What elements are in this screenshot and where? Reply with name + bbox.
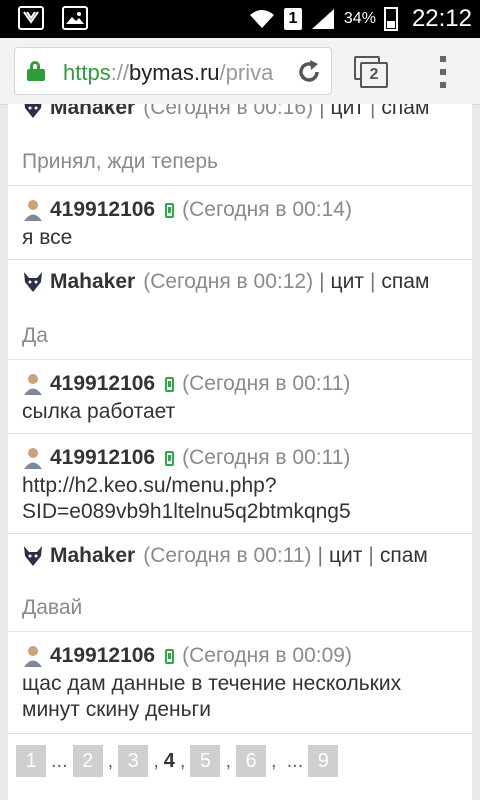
author-name[interactable]: Mahaker xyxy=(50,270,135,294)
message-date: (Сегодня в 00:11) xyxy=(182,446,351,469)
author-name[interactable]: Mahaker xyxy=(50,544,135,568)
message-date: (Сегодня в 00:11) xyxy=(182,372,351,395)
tab-switcher-button[interactable]: 2 xyxy=(354,56,388,88)
message-item: 419912106 (Сегодня в 00:09) щас дам данн… xyxy=(8,632,472,734)
spam-link[interactable]: спам xyxy=(381,104,429,120)
url-text[interactable]: https://bymas.ru/priva xyxy=(63,60,273,86)
browser-toolbar: https://bymas.ru/priva 2 xyxy=(0,38,480,105)
quote-link[interactable]: цит xyxy=(331,270,364,294)
message-header: Mahaker (Сегодня в 00:11) | цит | спам xyxy=(22,544,428,568)
page-link-3[interactable]: 3 xyxy=(118,745,149,777)
wolf-avatar-icon xyxy=(24,104,42,118)
pagination: 1 ... 2 , 3 , 4 , 5 , 6 , ... 9 xyxy=(8,736,472,786)
quote-link[interactable]: цит xyxy=(329,544,362,568)
current-page: 4 xyxy=(163,749,175,772)
wolf-avatar-icon xyxy=(24,272,42,292)
message-header: 419912106 (Сегодня в 00:09) xyxy=(22,644,352,668)
page-link-1[interactable]: 1 xyxy=(16,745,46,777)
page-link-6[interactable]: 6 xyxy=(236,745,267,777)
author-name[interactable]: 419912106 xyxy=(50,644,155,668)
user-avatar-icon xyxy=(24,374,42,395)
message-date: (Сегодня в 00:12) xyxy=(143,270,314,293)
message-item: 419912106 (Сегодня в 00:14) я все xyxy=(8,186,472,260)
message-header: Mahaker (Сегодня в 00:12) | цит | спам xyxy=(22,270,429,294)
mobile-phone-icon xyxy=(165,202,175,218)
page-link-5[interactable]: 5 xyxy=(190,745,221,777)
message-date: (Сегодня в 00:16) xyxy=(143,104,314,119)
pagination-ellipsis: ... xyxy=(286,749,304,772)
spam-link[interactable]: спам xyxy=(380,544,428,568)
image-notification-icon xyxy=(62,6,88,30)
user-avatar-icon xyxy=(24,448,42,469)
message-item: 419912106 (Сегодня в 00:11) сылка работа… xyxy=(8,360,472,434)
shield-notification-icon xyxy=(18,6,44,30)
message-header: 419912106 (Сегодня в 00:11) xyxy=(22,446,350,470)
battery-percent: 34% xyxy=(343,10,376,27)
message-item: Mahaker (Сегодня в 00:16) | цит | спам П… xyxy=(8,104,472,186)
wifi-icon xyxy=(249,10,274,28)
status-bar: 1 34% 22:12 xyxy=(0,0,480,38)
address-bar[interactable]: https://bymas.ru/priva xyxy=(14,47,332,95)
message-text-line2: минут скину деньги xyxy=(22,698,211,721)
author-name[interactable]: Mahaker xyxy=(50,104,135,120)
quote-link[interactable]: цит xyxy=(331,104,364,120)
message-item: Mahaker (Сегодня в 00:12) | цит | спам Д… xyxy=(8,260,472,360)
mobile-phone-icon xyxy=(165,376,175,392)
overflow-menu-button[interactable] xyxy=(438,56,448,88)
page-link-9[interactable]: 9 xyxy=(308,745,339,777)
message-header: 419912106 (Сегодня в 00:11) xyxy=(22,372,350,396)
author-name[interactable]: 419912106 xyxy=(50,372,155,396)
message-text-line1: щас дам данные в течение нескольких xyxy=(22,672,402,695)
author-name[interactable]: 419912106 xyxy=(50,446,155,470)
message-text: сылка работает xyxy=(22,400,176,423)
signal-icon xyxy=(311,9,334,29)
message-link-line2[interactable]: SID=e089vb9h1ltelnu5q2btmkqng5 xyxy=(22,500,351,524)
message-list: Mahaker (Сегодня в 00:16) | цит | спам П… xyxy=(8,104,472,800)
message-link-line1[interactable]: http://h2.keo.su/menu.php? xyxy=(22,474,277,498)
message-text: Да xyxy=(22,324,48,347)
message-date: (Сегодня в 00:09) xyxy=(182,644,352,667)
page-link-2[interactable]: 2 xyxy=(72,745,103,777)
message-item: Mahaker (Сегодня в 00:11) | цит | спам Д… xyxy=(8,534,472,632)
tab-count: 2 xyxy=(360,62,388,88)
message-header: Mahaker (Сегодня в 00:16) | цит | спам xyxy=(22,104,429,120)
author-name[interactable]: 419912106 xyxy=(50,198,155,222)
sim-slot-icon: 1 xyxy=(283,8,302,30)
message-item: 419912106 (Сегодня в 00:11) http://h2.ke… xyxy=(8,434,472,534)
pagination-ellipsis: ... xyxy=(51,749,68,772)
reload-icon[interactable] xyxy=(295,58,323,86)
message-header: 419912106 (Сегодня в 00:14) xyxy=(22,198,352,222)
message-text: Принял, жди теперь xyxy=(22,150,218,173)
mobile-phone-icon xyxy=(165,648,175,664)
mobile-phone-icon xyxy=(165,450,175,466)
user-avatar-icon xyxy=(24,200,42,221)
message-date: (Сегодня в 00:11) xyxy=(143,544,312,567)
message-text: я все xyxy=(22,226,73,249)
battery-icon xyxy=(383,7,398,31)
message-text: Давай xyxy=(22,596,83,619)
user-avatar-icon xyxy=(24,646,42,667)
clock: 22:12 xyxy=(411,5,472,32)
message-date: (Сегодня в 00:14) xyxy=(182,198,352,221)
spam-link[interactable]: спам xyxy=(381,270,429,294)
wolf-avatar-icon xyxy=(24,546,42,566)
lock-icon xyxy=(27,61,45,81)
